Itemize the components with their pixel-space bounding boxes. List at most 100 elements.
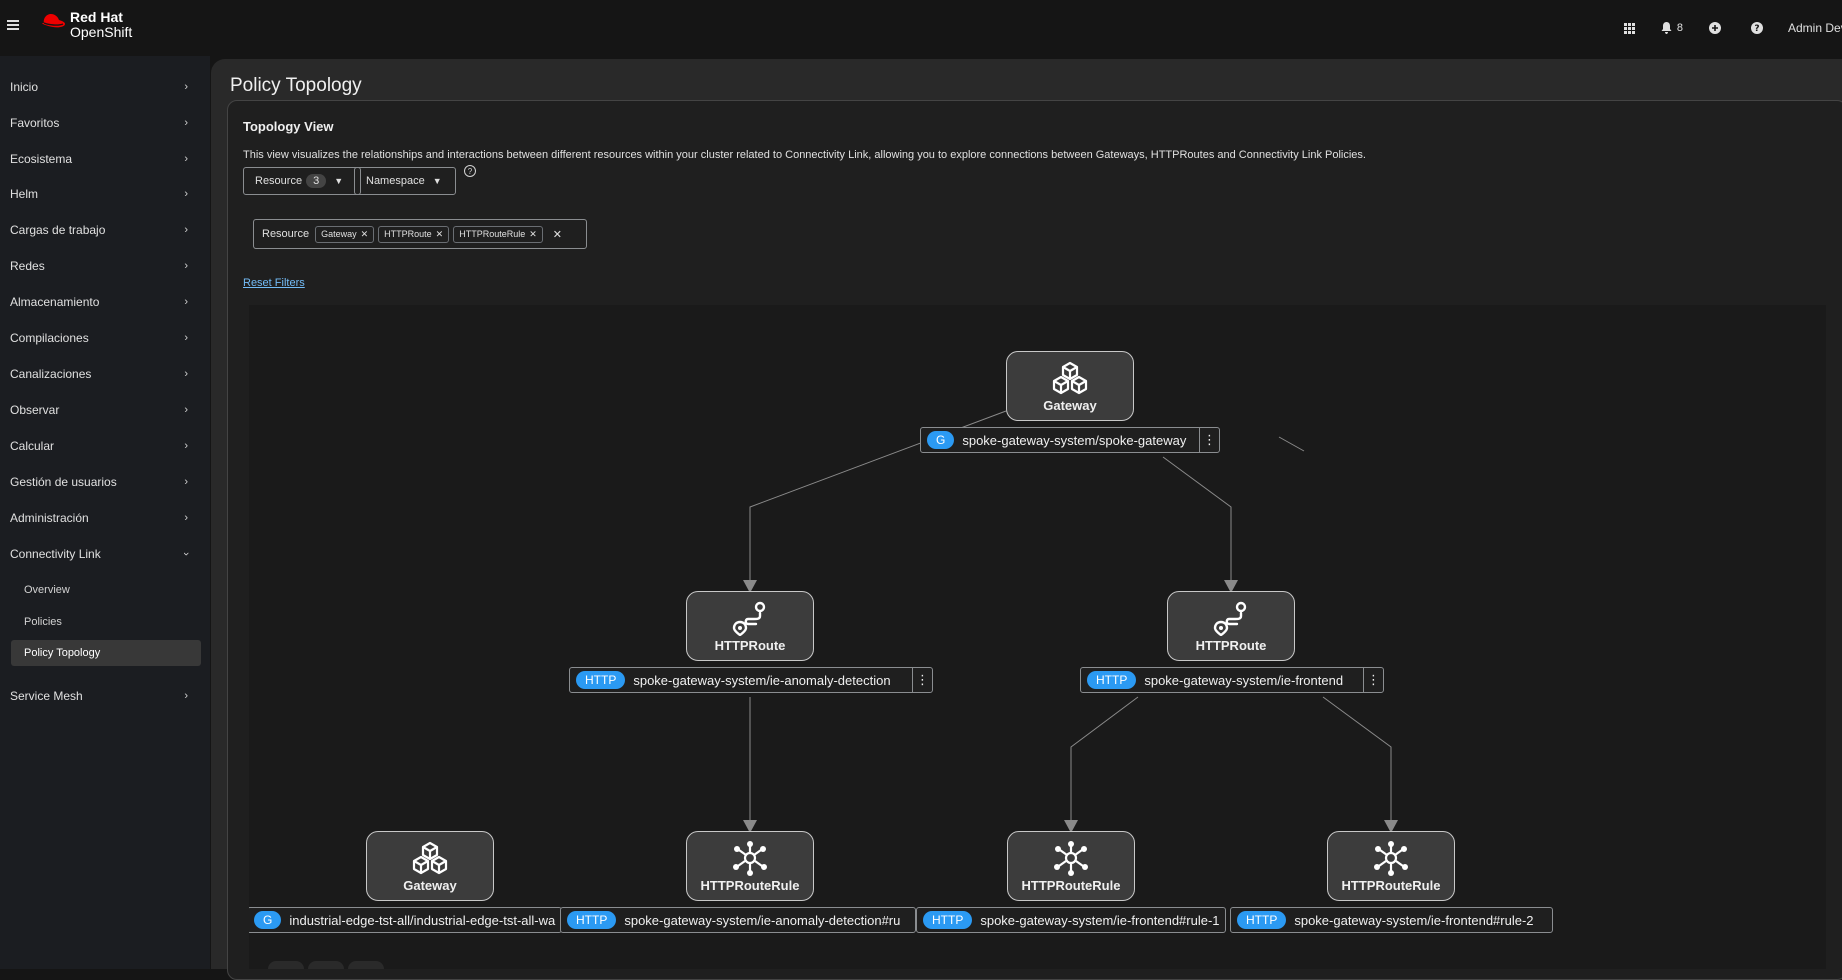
node-label-frontend-rule2[interactable]: HTTP spoke-gateway-system/ie-frontend#ru… — [1230, 907, 1553, 933]
chip-gateway: Gateway ✕ — [315, 225, 375, 243]
kind-badge: HTTP — [923, 911, 973, 929]
sidebar-item-connectivity-link[interactable]: Connectivity Link › — [10, 543, 193, 565]
sidebar-subitem-policy-topology[interactable]: Policy Topology — [24, 643, 100, 663]
edge-frontend-to-rule2 — [1322, 696, 1392, 827]
close-icon[interactable]: ✕ — [529, 229, 537, 240]
node-httproute-anomaly[interactable]: HTTPRoute — [686, 591, 814, 661]
chevron-right-icon: › — [184, 224, 188, 236]
namespace-dropdown[interactable]: Namespace ▼ — [354, 167, 456, 195]
node-name: spoke-gateway-system/ie-frontend#rule-2 — [1294, 912, 1534, 928]
fit-to-screen-button[interactable] — [348, 961, 384, 969]
resource-dropdown[interactable]: Resource 3 ▼ — [243, 167, 361, 195]
caret-down-icon: ▼ — [334, 176, 344, 186]
sidebar-item-redes[interactable]: Redes › — [10, 255, 190, 277]
chip-httprouterule: HTTPRouteRule ✕ — [453, 225, 543, 243]
topology-canvas[interactable]: Gateway G spoke-gateway-system/spoke-gat… — [249, 305, 1826, 969]
chevron-right-icon: › — [184, 153, 188, 165]
notifications-bell-icon[interactable]: 8 — [1661, 22, 1683, 34]
node-name: spoke-gateway-system/ie-frontend — [1144, 672, 1344, 688]
kebab-menu-icon[interactable]: ⋮ — [1363, 668, 1383, 692]
quick-create-plus-icon[interactable] — [1709, 22, 1721, 34]
hub-network-icon — [1374, 841, 1408, 876]
app-launcher-icon[interactable] — [1623, 22, 1635, 34]
sidebar-item-inicio[interactable]: Inicio › — [10, 76, 190, 98]
cubes-icon — [1052, 361, 1088, 395]
node-httprouterule-anomaly[interactable]: HTTPRouteRule — [686, 831, 814, 901]
user-menu[interactable]: Admin Dev — [1788, 21, 1842, 35]
chevron-down-icon: › — [180, 552, 193, 556]
help-question-icon[interactable]: ? — [1751, 22, 1763, 34]
chevron-right-icon: › — [184, 117, 188, 129]
node-name: spoke-gateway-system/ie-frontend#rule-1 — [980, 912, 1220, 928]
node-httprouterule-frontend-rule1[interactable]: HTTPRouteRule — [1007, 831, 1135, 901]
chip-label: HTTPRouteRule — [459, 229, 526, 239]
reset-filters-link[interactable]: Reset Filters — [243, 277, 305, 289]
node-label-spoke-gateway[interactable]: G spoke-gateway-system/spoke-gateway ⋮ — [920, 427, 1220, 453]
sidebar-item-label: Canalizaciones — [10, 367, 92, 381]
sidebar-item-label: Service Mesh — [10, 689, 83, 703]
route-icon — [1213, 601, 1247, 636]
sidebar-item-calcular[interactable]: Calcular › — [10, 435, 190, 457]
hub-network-icon — [733, 841, 767, 876]
sidebar-item-gestion-de-usuarios[interactable]: Gestión de usuarios › — [10, 471, 190, 493]
redhat-hat-icon — [42, 14, 65, 28]
zoom-out-button[interactable] — [308, 961, 344, 969]
card-description: This view visualizes the relationships a… — [243, 149, 1366, 161]
sidebar-item-helm[interactable]: Helm › — [10, 183, 190, 205]
node-type-label: HTTPRouteRule — [700, 878, 800, 893]
node-label-frontend-rule1[interactable]: HTTP spoke-gateway-system/ie-frontend#ru… — [916, 907, 1226, 933]
chevron-right-icon: › — [184, 368, 188, 380]
node-gateway-spoke[interactable]: Gateway — [1006, 351, 1134, 421]
resource-chip-group: Resource Gateway ✕ HTTPRoute ✕ HTTPRouteRu… — [253, 219, 587, 249]
chevron-right-icon: › — [184, 476, 188, 488]
sidebar-subitem-policies[interactable]: Policies — [24, 612, 62, 632]
chevron-right-icon: › — [184, 332, 188, 344]
hamburger-menu-icon[interactable] — [7, 20, 19, 30]
node-label-ie-frontend[interactable]: HTTP spoke-gateway-system/ie-frontend ⋮ — [1080, 667, 1384, 693]
kebab-menu-icon[interactable]: ⋮ — [1199, 428, 1219, 452]
node-name: spoke-gateway-system/spoke-gateway — [962, 432, 1187, 448]
sidebar-item-administracion[interactable]: Administración › — [10, 507, 190, 529]
chevron-right-icon: › — [184, 81, 188, 93]
resource-dropdown-label: Resource — [255, 175, 303, 187]
close-icon[interactable]: ✕ — [436, 229, 444, 240]
question-circle-icon[interactable]: ? — [464, 165, 476, 177]
clear-chips-close-icon[interactable]: ✕ — [553, 228, 562, 241]
page-title: Policy Topology — [230, 75, 362, 96]
node-type-label: HTTPRouteRule — [1341, 878, 1441, 893]
sidebar-item-service-mesh[interactable]: Service Mesh › — [10, 685, 190, 707]
sidebar-item-observar[interactable]: Observar › — [10, 399, 190, 421]
node-name: industrial-edge-tst-all/industrial-edge-… — [289, 912, 556, 928]
brand-line1: Red Hat — [70, 9, 123, 25]
node-httproute-frontend[interactable]: HTTPRoute — [1167, 591, 1295, 661]
kebab-menu-icon[interactable]: ⋮ — [912, 668, 932, 692]
node-label-ie-anomaly-detection[interactable]: HTTP spoke-gateway-system/ie-anomaly-det… — [569, 667, 933, 693]
node-httprouterule-frontend-rule2[interactable]: HTTPRouteRule — [1327, 831, 1455, 901]
sidebar-item-canalizaciones[interactable]: Canalizaciones › — [10, 363, 190, 385]
brand-logo[interactable]: Red Hat OpenShift — [40, 10, 132, 40]
sidebar-subitem-overview[interactable]: Overview — [24, 580, 70, 600]
chevron-right-icon: › — [184, 404, 188, 416]
chip-httproute: HTTPRoute ✕ — [378, 225, 450, 243]
sidebar-item-almacenamiento[interactable]: Almacenamiento › — [10, 291, 190, 313]
sidebar-item-favoritos[interactable]: Favoritos › — [10, 112, 190, 134]
node-label-industrial-edge-gateway[interactable]: G industrial-edge-tst-all/industrial-edg… — [249, 907, 562, 933]
sidebar-item-ecosistema[interactable]: Ecosistema › — [10, 148, 190, 170]
sidebar-item-compilaciones[interactable]: Compilaciones › — [10, 327, 190, 349]
notifications-count: 8 — [1676, 22, 1683, 34]
sidebar-item-label: Connectivity Link — [10, 547, 101, 561]
resource-count-badge: 3 — [306, 174, 327, 188]
close-icon[interactable]: ✕ — [361, 229, 369, 240]
zoom-in-button[interactable] — [268, 961, 304, 969]
chevron-right-icon: › — [184, 188, 188, 200]
sidebar-item-label: Almacenamiento — [10, 295, 100, 309]
node-gateway-industrial-edge[interactable]: Gateway — [366, 831, 494, 901]
route-icon — [732, 601, 766, 636]
kind-badge: HTTP — [1087, 671, 1137, 689]
node-label-anomaly-rule[interactable]: HTTP spoke-gateway-system/ie-anomaly-det… — [560, 907, 916, 933]
node-name: spoke-gateway-system/ie-anomaly-detectio… — [624, 912, 901, 928]
caret-down-icon: ▼ — [432, 176, 442, 186]
sidebar-item-label: Inicio — [10, 80, 39, 94]
sidebar-item-cargas-de-trabajo[interactable]: Cargas de trabajo › — [10, 219, 190, 241]
kind-badge: HTTP — [1237, 911, 1287, 929]
